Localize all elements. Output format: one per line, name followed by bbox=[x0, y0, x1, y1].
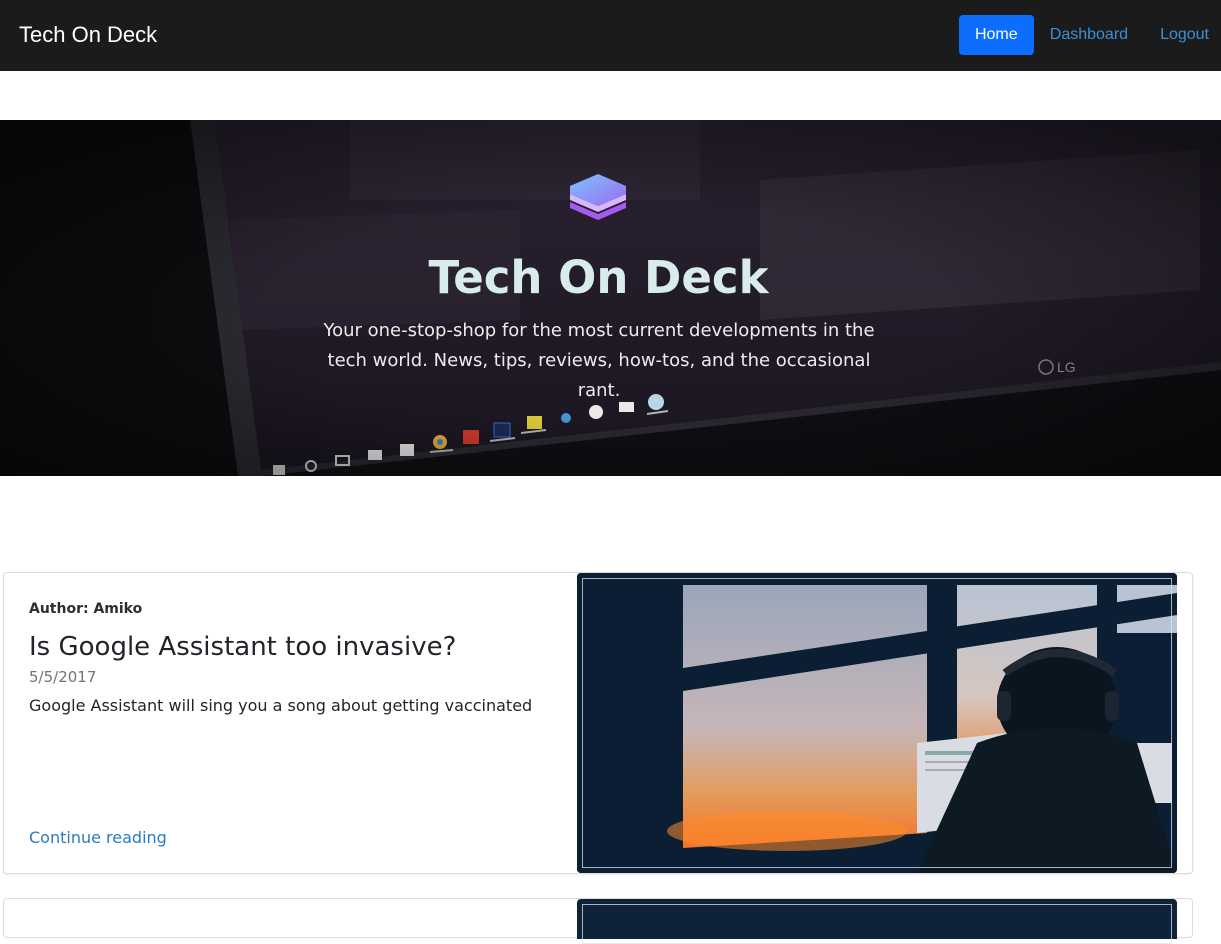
post-date: 5/5/2017 bbox=[29, 668, 97, 686]
post-card-next bbox=[3, 898, 1193, 944]
post-card: Author: Amiko Is Google Assistant too in… bbox=[3, 572, 1193, 874]
brand-link[interactable]: Tech On Deck bbox=[19, 22, 157, 48]
post-title: Is Google Assistant too invasive? bbox=[29, 632, 457, 662]
image-frame bbox=[582, 578, 1172, 868]
layers-stack-icon bbox=[566, 172, 630, 224]
post-author: Author: Amiko bbox=[29, 601, 143, 617]
post-image bbox=[577, 573, 1177, 873]
hero-title: Tech On Deck bbox=[428, 251, 769, 304]
hero-banner: LG Tech On Deck Your one-stop-shop for t… bbox=[0, 120, 1221, 476]
post-image-next bbox=[577, 899, 1177, 944]
hero-subtitle: Your one-stop-shop for the most current … bbox=[323, 320, 875, 401]
nav-home-link[interactable]: Home bbox=[958, 15, 1034, 55]
nav-dashboard-link[interactable]: Dashboard bbox=[1034, 15, 1144, 55]
nav-logout-link[interactable]: Logout bbox=[1144, 15, 1221, 55]
continue-reading-link[interactable]: Continue reading bbox=[29, 828, 167, 847]
navbar: Tech On Deck Home Dashboard Logout bbox=[0, 0, 1221, 71]
nav-links: Home Dashboard Logout bbox=[958, 15, 1221, 55]
post-excerpt: Google Assistant will sing you a song ab… bbox=[29, 696, 533, 715]
